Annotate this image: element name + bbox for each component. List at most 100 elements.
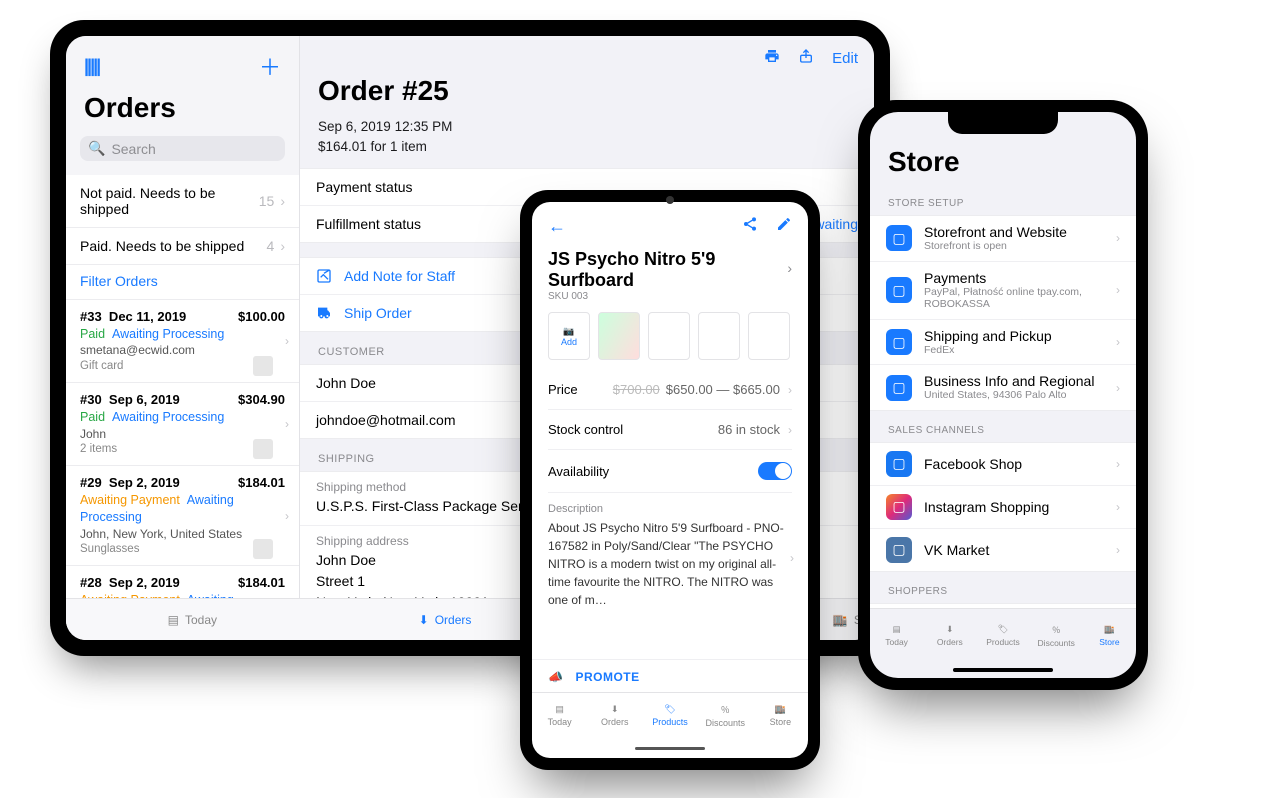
home-indicator xyxy=(870,662,1136,678)
back-icon[interactable]: ← xyxy=(548,216,566,237)
chevron-right-icon[interactable]: › xyxy=(787,260,792,276)
chevron-right-icon: › xyxy=(1116,381,1120,395)
group-header: SALES CHANNELS xyxy=(870,411,1136,442)
tab-today[interactable]: ▤Today xyxy=(532,693,587,738)
description-text: About JS Psycho Nitro 5'9 Surfboard - PN… xyxy=(548,519,792,609)
camera-icon: 📷 xyxy=(563,326,574,337)
fulfillment-status-value: waiting xyxy=(814,216,858,232)
tab-today[interactable]: ▤Today xyxy=(870,609,923,662)
today-icon: ▤ xyxy=(893,624,901,635)
menu-item-subtitle: FedEx xyxy=(924,344,1104,357)
iphone-device: Store STORE SETUP▢Storefront and Website… xyxy=(858,100,1148,690)
orders-icon: ⬇︎ xyxy=(611,704,619,715)
product-thumb[interactable] xyxy=(748,312,790,360)
menu-item-icon: ▢ xyxy=(886,375,912,401)
stock-row[interactable]: Stock control 86 in stock › xyxy=(548,410,792,450)
order-list-item[interactable]: #30 Sep 6, 2019$304.90 Paid Awaiting Pro… xyxy=(66,383,299,466)
add-label: Add xyxy=(561,337,577,347)
products-icon: 🏷 xyxy=(998,624,1009,635)
store-menu-item[interactable]: ▢Business Info and RegionalUnited States… xyxy=(870,365,1136,410)
chevron-right-icon: › xyxy=(1116,543,1120,557)
store-icon: 🏬 xyxy=(1104,624,1115,635)
store-menu-item[interactable]: ▢Instagram Shopping› xyxy=(870,486,1136,529)
product-thumbnails: 📷 Add xyxy=(548,312,792,360)
product-thumb[interactable] xyxy=(598,312,640,360)
filter-label: Not paid. Needs to be shipped xyxy=(80,185,259,217)
chevron-right-icon: › xyxy=(1116,283,1120,297)
orders-list: #33 Dec 11, 2019$100.00 Paid Awaiting Pr… xyxy=(66,300,299,640)
filter-label: Paid. Needs to be shipped xyxy=(80,238,244,254)
menu-item-title: Payments xyxy=(924,270,1104,286)
barcode-icon[interactable]: ||||| xyxy=(84,56,99,77)
description-label: Description xyxy=(548,492,792,519)
tab-products[interactable]: 🏷Products xyxy=(642,693,697,738)
chevron-right-icon: › xyxy=(1116,500,1120,514)
tab-products[interactable]: 🏷 Products xyxy=(976,609,1029,662)
order-thumb xyxy=(253,356,273,376)
tab-discounts[interactable]: ％Discounts xyxy=(698,693,753,738)
tab-orders[interactable]: ⬇︎Orders xyxy=(923,609,976,662)
tab-store[interactable]: 🏬Store xyxy=(1083,609,1136,662)
store-menu-item[interactable]: ▢PaymentsPayPal, Płatność online tpay.co… xyxy=(870,262,1136,320)
tab-label: Discounts xyxy=(1038,638,1075,648)
tab-label: Discounts xyxy=(705,718,745,728)
promote-label: PROMOTE xyxy=(575,670,639,684)
edit-icon[interactable] xyxy=(776,216,792,237)
order-list-item[interactable]: #29 Sep 2, 2019$184.01 Awaiting Payment … xyxy=(66,466,299,566)
store-menu-item[interactable]: ▢Facebook Shop› xyxy=(870,443,1136,486)
order-list-item[interactable]: #33 Dec 11, 2019$100.00 Paid Awaiting Pr… xyxy=(66,300,299,383)
chevron-right-icon: › xyxy=(1116,457,1120,471)
add-icon[interactable]: ＋ xyxy=(259,50,281,82)
tab-label: Orders xyxy=(435,613,472,627)
filter-not-paid[interactable]: Not paid. Needs to be shipped 15 › xyxy=(66,175,299,228)
ship-order-label: Ship Order xyxy=(344,305,412,321)
availability-label: Availability xyxy=(548,464,609,479)
store-menu-item[interactable]: ▢Shipping and PickupFedEx› xyxy=(870,320,1136,366)
group-header: STORE SETUP xyxy=(870,184,1136,215)
add-photo-button[interactable]: 📷 Add xyxy=(548,312,590,360)
price-old: $700.00 xyxy=(613,382,660,397)
description-row[interactable]: Description About JS Psycho Nitro 5'9 Su… xyxy=(548,492,792,609)
tab-discounts[interactable]: ％Discounts xyxy=(1030,609,1083,662)
product-thumb[interactable] xyxy=(698,312,740,360)
share-icon[interactable] xyxy=(798,48,814,69)
share-icon[interactable] xyxy=(742,216,758,237)
chevron-right-icon: › xyxy=(285,508,289,524)
order-thumb xyxy=(253,439,273,459)
menu-item-icon: ▢ xyxy=(886,277,912,303)
store-icon: 🏬 xyxy=(833,613,848,627)
android-nav-bar xyxy=(532,738,808,758)
availability-toggle[interactable] xyxy=(758,462,792,480)
menu-item-icon: ▢ xyxy=(886,451,912,477)
store-menu-item[interactable]: ▢Customers› xyxy=(870,604,1136,608)
tab-orders[interactable]: ⬇︎Orders xyxy=(587,693,642,738)
filter-paid[interactable]: Paid. Needs to be shipped 4 › xyxy=(66,228,299,265)
customer-email: johndoe@hotmail.com xyxy=(316,412,456,428)
tab-today[interactable]: ▤Today xyxy=(66,599,319,640)
customer-name: John Doe xyxy=(316,375,376,391)
product-thumb[interactable] xyxy=(648,312,690,360)
store-title: Store xyxy=(870,146,1136,184)
store-menu-item[interactable]: ▢VK Market› xyxy=(870,529,1136,571)
promote-button[interactable]: 📣 PROMOTE xyxy=(532,659,808,692)
filter-count: 15 xyxy=(259,193,275,209)
edit-button[interactable]: Edit xyxy=(832,50,858,67)
tab-store[interactable]: 🏬Store xyxy=(753,693,808,738)
filter-orders-link[interactable]: Filter Orders xyxy=(66,265,299,300)
tab-label: Today xyxy=(548,717,572,727)
orders-icon: ⬇︎ xyxy=(946,624,953,635)
price-row[interactable]: Price $700.00 $650.00 — $665.00 › xyxy=(548,370,792,410)
store-menu-item[interactable]: ▢Storefront and WebsiteStorefront is ope… xyxy=(870,216,1136,262)
search-input[interactable]: 🔍 Search xyxy=(80,136,285,161)
tab-label: Products xyxy=(986,637,1020,647)
stock-label: Stock control xyxy=(548,422,623,437)
chevron-right-icon: › xyxy=(280,193,285,209)
menu-item-title: Business Info and Regional xyxy=(924,373,1104,389)
print-icon[interactable] xyxy=(764,48,780,69)
product-title: JS Psycho Nitro 5'9 Surfboard xyxy=(548,249,787,291)
price-value: $650.00 — $665.00 xyxy=(666,382,780,397)
menu-item-title: Shipping and Pickup xyxy=(924,328,1104,344)
store-icon: 🏬 xyxy=(775,704,786,715)
android-bottom-tabs: ▤Today ⬇︎Orders 🏷Products ％Discounts 🏬St… xyxy=(532,692,808,738)
payment-status-label: Payment status xyxy=(316,179,413,195)
